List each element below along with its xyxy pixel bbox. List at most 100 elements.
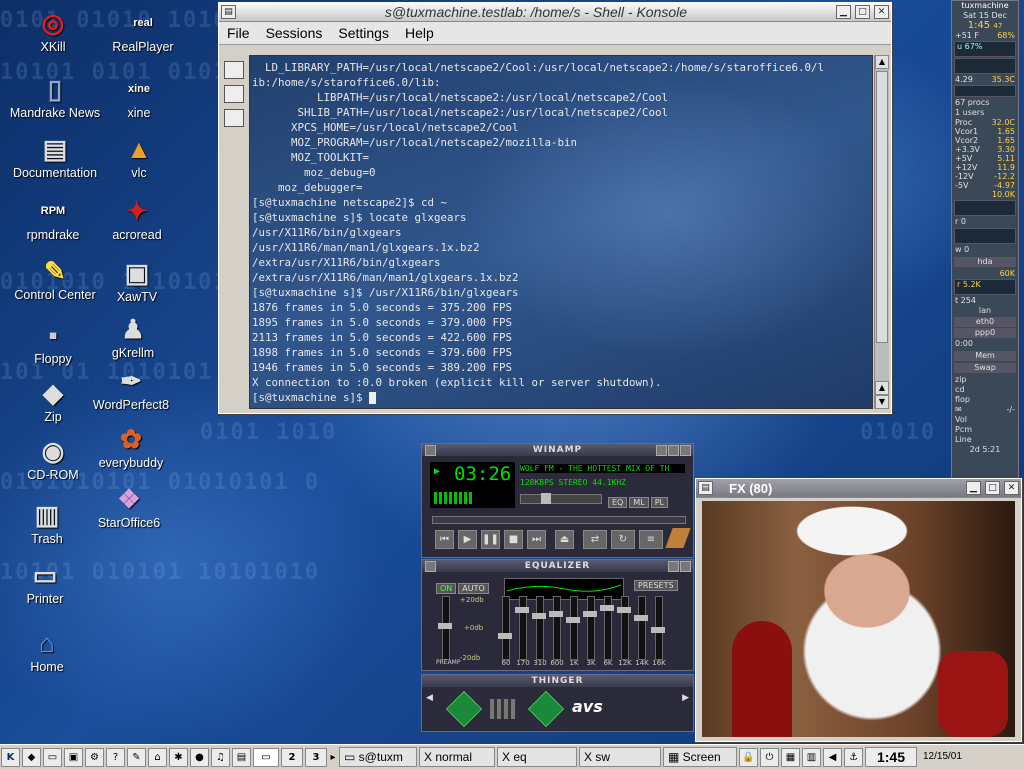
desktop-icon-wordperfect8[interactable]: ✒ WordPerfect8: [81, 366, 181, 412]
winamp-minimize-button[interactable]: [656, 445, 667, 456]
taskbar-date[interactable]: 12/15/01: [919, 748, 971, 766]
fx-window[interactable]: ▤ FX (80) ▁ □ ✕: [695, 478, 1022, 742]
desktop-2[interactable]: 2: [281, 747, 303, 767]
eq-slider-knob[interactable]: [600, 605, 614, 611]
menu-file[interactable]: File: [219, 25, 258, 41]
thinger-left-arrow-icon[interactable]: ◀: [426, 693, 436, 723]
eq-preamp-slider[interactable]: [438, 596, 452, 660]
konsole-titlebar[interactable]: ▤ s@tuxmachine.testlab: /home/s - Shell …: [219, 3, 891, 22]
desktop-1[interactable]: ▭: [253, 747, 279, 767]
thinger-meter-icon[interactable]: [490, 699, 516, 719]
eq-band-slider[interactable]: [549, 596, 563, 660]
fx-window-menu-icon[interactable]: ▤: [698, 481, 713, 495]
fx-close-button[interactable]: ✕: [1004, 481, 1019, 495]
fx-minimize-button[interactable]: ▁: [966, 481, 981, 495]
winamp-shade-button[interactable]: [668, 445, 679, 456]
repeat-icon[interactable]: ↻: [611, 530, 635, 549]
winamp-titlebar[interactable]: WINAMP: [422, 444, 693, 456]
eq-slider-knob[interactable]: [549, 611, 563, 617]
desktop-icon-xine[interactable]: xine xine: [89, 74, 189, 120]
window-menu-icon[interactable]: ▤: [221, 5, 236, 19]
menu-sessions[interactable]: Sessions: [258, 25, 331, 41]
eq-presets-button[interactable]: PRESETS: [634, 580, 678, 591]
thinger-window[interactable]: THINGER ◀ avs ▶: [421, 674, 694, 732]
desktop-icon-acroread[interactable]: ✦ acroread: [87, 196, 187, 242]
pl-toggle[interactable]: PL: [650, 497, 668, 508]
gk-mail[interactable]: ✉ -/-: [952, 405, 1018, 415]
eq-band-slider[interactable]: [651, 596, 665, 660]
ml-toggle[interactable]: ML: [629, 497, 649, 508]
eq-slider-knob[interactable]: [532, 613, 546, 619]
thinger-right-arrow-icon[interactable]: ▶: [682, 693, 689, 703]
volume-thumb[interactable]: [541, 493, 551, 504]
gk-mount-zip[interactable]: zip: [952, 375, 1018, 385]
kde-menu-icon[interactable]: K: [1, 747, 20, 767]
editor-icon[interactable]: ✎: [127, 747, 146, 767]
task-konsole[interactable]: ▭ s@tuxm: [339, 747, 417, 767]
terminal-scrollbar[interactable]: ▲ ▲ ▼: [874, 55, 889, 409]
menu-help[interactable]: Help: [397, 25, 442, 41]
eq-auto-button[interactable]: AUTO: [458, 583, 489, 594]
eq-toggle[interactable]: EQ: [608, 497, 628, 508]
previous-icon[interactable]: ⏮: [435, 530, 454, 549]
winamp-time[interactable]: 03:26: [454, 463, 511, 485]
desktop-3[interactable]: 3: [305, 747, 327, 767]
network-icon[interactable]: ✱: [169, 747, 188, 767]
taskbar-arrow-icon[interactable]: ▸: [329, 749, 337, 766]
eq-band-slider[interactable]: [498, 596, 512, 660]
eq-slider-knob[interactable]: [583, 611, 597, 617]
terminal-prompt[interactable]: [s@tuxmachine s]$: [252, 391, 369, 404]
desktop-icon-printer[interactable]: ▭ Printer: [0, 560, 95, 606]
volume-icon[interactable]: ◀: [823, 747, 842, 767]
task-normal[interactable]: X normal: [419, 747, 495, 767]
eq-shade-button[interactable]: [668, 561, 679, 572]
eq-slider-knob[interactable]: [651, 627, 665, 633]
winamp-menu-icon[interactable]: [425, 445, 436, 456]
eq-menu-icon[interactable]: [425, 561, 436, 572]
gk-ppp-val[interactable]: 0:00: [952, 339, 1018, 349]
eject-icon[interactable]: ⏏: [555, 530, 574, 549]
gk-line[interactable]: Line: [952, 435, 1018, 445]
gk-mount-cd[interactable]: cd: [952, 385, 1018, 395]
seek-bar[interactable]: [432, 516, 686, 524]
task-screen[interactable]: ▦ Screen: [663, 747, 737, 767]
desktop-icon-gkrellm[interactable]: ♟ gKrellm: [83, 314, 183, 360]
eq-slider-knob[interactable]: [498, 633, 512, 639]
launcher-icon[interactable]: ◆: [22, 747, 41, 767]
logout-icon[interactable]: ⏻: [760, 747, 779, 767]
stop-icon[interactable]: ■: [504, 530, 523, 549]
task-sw[interactable]: X sw: [579, 747, 661, 767]
shell-session-icon[interactable]: [224, 109, 244, 127]
eq-band-slider[interactable]: [515, 596, 529, 660]
anchor-icon[interactable]: ⚓: [844, 747, 863, 767]
equalizer-window[interactable]: EQUALIZER ON AUTO PRESETS +20db +0db -20d…: [421, 559, 694, 671]
gk-vol[interactable]: Vol: [952, 415, 1018, 425]
eq-band-slider[interactable]: [532, 596, 546, 660]
eq-band-slider[interactable]: [634, 596, 648, 660]
sound-icon[interactable]: ♫: [211, 747, 230, 767]
shell-session-icon[interactable]: [224, 85, 244, 103]
terminal-output[interactable]: LD_LIBRARY_PATH=/usr/local/netscape2/Coo…: [249, 55, 873, 409]
thinger-titlebar[interactable]: THINGER: [422, 675, 693, 687]
scrollbar-thumb[interactable]: [876, 71, 888, 343]
play-icon[interactable]: ▶: [458, 530, 477, 549]
winamp-close-button[interactable]: [680, 445, 691, 456]
desktop-icon-home[interactable]: ⌂ Home: [0, 628, 97, 674]
files-icon[interactable]: ▤: [232, 747, 251, 767]
shuffle-icon[interactable]: ⇄: [583, 530, 607, 549]
eq-slider-knob[interactable]: [438, 623, 452, 629]
window-list-icon[interactable]: ▣: [64, 747, 83, 767]
browser-icon[interactable]: ●: [190, 747, 209, 767]
task-eq[interactable]: X eq: [497, 747, 577, 767]
desktop-icon-everybuddy[interactable]: ✿ everybuddy: [81, 424, 181, 470]
taskbar-clock[interactable]: 1:45: [865, 747, 917, 767]
winamp-window[interactable]: WINAMP ▶ 03:26 WOLF FM - THE HOTTEST MIX…: [421, 443, 694, 558]
eq-slider-knob[interactable]: [566, 617, 580, 623]
eq-on-button[interactable]: ON: [436, 583, 457, 594]
thinger-tower-icon[interactable]: [445, 690, 483, 728]
konsole-window[interactable]: ▤ s@tuxmachine.testlab: /home/s - Shell …: [218, 2, 892, 414]
scroll-down-arrow-icon[interactable]: ▼: [875, 395, 889, 409]
fx-maximize-button[interactable]: □: [985, 481, 1000, 495]
config-icon[interactable]: ⚙: [85, 747, 104, 767]
avs-icon[interactable]: avs: [572, 697, 603, 716]
